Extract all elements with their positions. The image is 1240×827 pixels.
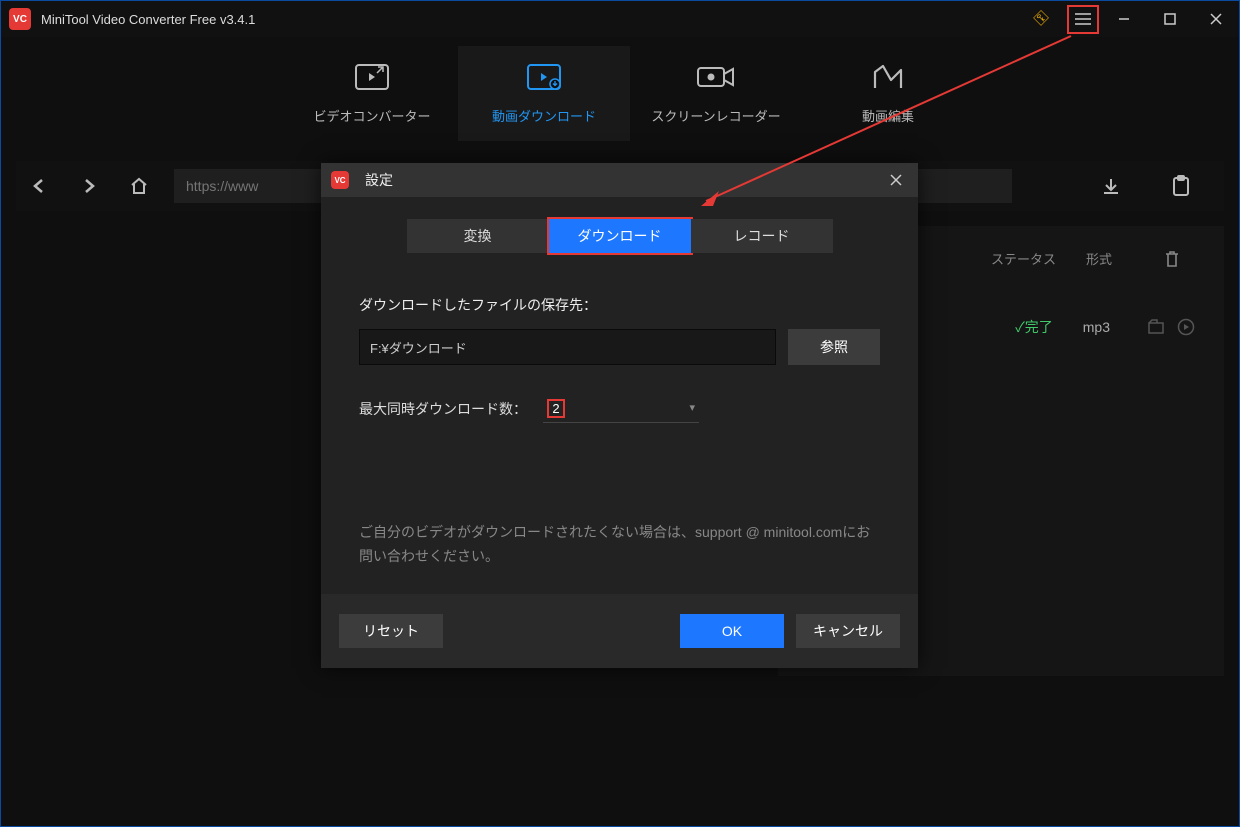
trash-icon[interactable] — [1163, 249, 1181, 269]
tab-screen-recorder[interactable]: スクリーンレコーダー — [630, 46, 802, 141]
arrow-right-icon — [80, 177, 98, 195]
clipboard-icon — [1171, 175, 1191, 197]
tab-video-edit[interactable]: 動画編集 — [802, 46, 974, 141]
settings-body: ダウンロードしたファイルの保存先： 参照 最大同時ダウンロード数： 2 ▾ — [321, 253, 918, 423]
settings-dialog: VC 設定 変換 ダウンロード レコード ダウンロードしたファイルの保存先： 参… — [321, 163, 918, 668]
recorder-icon — [697, 62, 735, 92]
max-downloads-label: 最大同時ダウンロード数： — [359, 399, 527, 419]
hamburger-icon — [1075, 13, 1091, 25]
minimize-icon — [1118, 13, 1130, 25]
dialog-close-button[interactable] — [884, 168, 908, 192]
dialog-footer: リセット OK キャンセル — [321, 594, 918, 668]
close-icon — [1210, 13, 1222, 25]
max-downloads-select[interactable]: 2 ▾ — [543, 395, 699, 423]
maximize-icon — [1164, 13, 1176, 25]
col-format: 形式 — [1086, 249, 1112, 268]
upgrade-key-button[interactable]: ⚿ — [1019, 1, 1065, 37]
tab-label: スクリーンレコーダー — [651, 106, 780, 125]
tab-label: 動画ダウンロード — [492, 106, 596, 125]
moviemaker-icon — [873, 62, 903, 92]
home-icon — [129, 176, 149, 196]
cancel-button[interactable]: キャンセル — [796, 614, 900, 648]
download-action-button[interactable] — [1096, 171, 1126, 201]
forward-button[interactable] — [74, 171, 104, 201]
close-window-button[interactable] — [1193, 1, 1239, 37]
arrow-left-icon — [30, 177, 48, 195]
converter-icon — [355, 62, 389, 92]
settings-tabs: 変換 ダウンロード レコード — [321, 219, 918, 253]
app-logo: VC — [9, 8, 31, 30]
save-path-input[interactable] — [359, 329, 776, 365]
tab-video-download[interactable]: 動画ダウンロード — [458, 46, 630, 141]
menu-button[interactable] — [1067, 5, 1099, 34]
download-icon — [527, 62, 561, 92]
dialog-logo: VC — [331, 171, 349, 189]
max-downloads-value: 2 — [547, 399, 565, 418]
dialog-title: 設定 — [365, 170, 393, 190]
paste-button[interactable] — [1166, 171, 1196, 201]
reset-button[interactable]: リセット — [339, 614, 443, 648]
settings-tab-download[interactable]: ダウンロード — [549, 219, 691, 253]
tab-label: ビデオコンバーター — [313, 106, 430, 125]
tab-label: 動画編集 — [862, 106, 914, 125]
play-circle-icon[interactable] — [1177, 318, 1195, 336]
close-icon — [890, 174, 902, 186]
row-format: mp3 — [1083, 319, 1110, 335]
browse-button[interactable]: 参照 — [788, 329, 880, 365]
ok-button[interactable]: OK — [680, 614, 784, 648]
download-arrow-icon — [1101, 176, 1121, 196]
maximize-button[interactable] — [1147, 1, 1193, 37]
tab-video-converter[interactable]: ビデオコンバーター — [286, 46, 458, 141]
back-button[interactable] — [24, 171, 54, 201]
settings-tab-record[interactable]: レコード — [691, 219, 833, 253]
col-status: ステータス — [991, 249, 1056, 268]
dialog-header: VC 設定 — [321, 163, 918, 197]
save-to-label: ダウンロードしたファイルの保存先： — [359, 295, 880, 315]
settings-note: ご自分のビデオがダウンロードされたくない場合は、support @ minito… — [359, 521, 880, 569]
key-icon: ⚿ — [1031, 8, 1052, 29]
window-controls: ⚿ — [1019, 1, 1239, 37]
home-button[interactable] — [124, 171, 154, 201]
title-bar: VC MiniTool Video Converter Free v3.4.1 … — [1, 1, 1239, 37]
settings-tab-convert[interactable]: 変換 — [407, 219, 549, 253]
open-folder-icon[interactable] — [1147, 318, 1165, 336]
row-status: ✓完了 — [1015, 317, 1053, 337]
minimize-button[interactable] — [1101, 1, 1147, 37]
app-title: MiniTool Video Converter Free v3.4.1 — [41, 12, 255, 27]
main-tabs: ビデオコンバーター 動画ダウンロード スクリーンレコーダー 動画編集 — [1, 46, 1239, 141]
chevron-down-icon: ▾ — [689, 401, 695, 414]
